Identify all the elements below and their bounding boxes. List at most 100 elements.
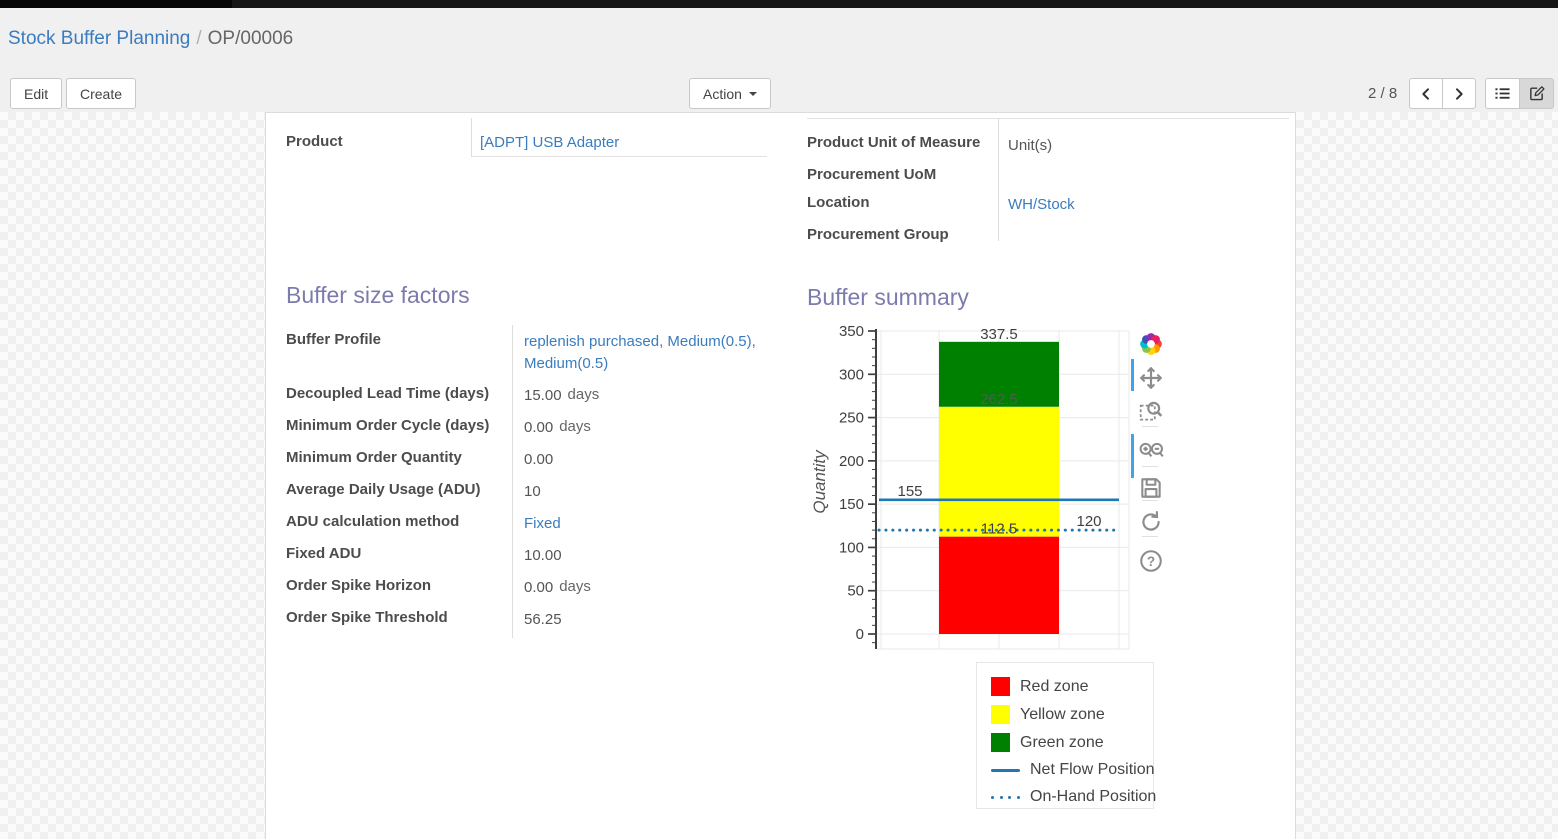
factor-value: 56.25 xyxy=(524,611,562,628)
chevron-right-icon xyxy=(1451,86,1467,102)
save-icon[interactable] xyxy=(1138,475,1164,501)
svg-text:250: 250 xyxy=(839,410,864,427)
legend-item[interactable]: Net Flow Position xyxy=(991,761,1155,779)
modebar-divider xyxy=(1142,466,1158,467)
svg-text:?: ? xyxy=(1147,554,1155,569)
breadcrumb: Stock Buffer Planning / OP/00006 xyxy=(8,28,293,50)
create-button[interactable]: Create xyxy=(66,78,136,109)
factor-label: ADU calculation method xyxy=(286,513,459,530)
view-switcher xyxy=(1485,78,1554,109)
form-sheet: Product [ADPT] USB Adapter Product Unit … xyxy=(265,112,1296,839)
factors-section-title: Buffer size factors xyxy=(286,282,470,309)
field-label: Procurement Group xyxy=(807,226,949,243)
modebar-active-indicator xyxy=(1131,434,1134,478)
list-view-button[interactable] xyxy=(1485,78,1520,109)
legend-item[interactable]: Green zone xyxy=(991,733,1104,752)
factor-label: Order Spike Horizon xyxy=(286,577,431,594)
edit-form-icon xyxy=(1528,85,1545,102)
unit-suffix: days xyxy=(559,418,591,435)
red-square-swatch xyxy=(991,677,1010,696)
factor-value: 15.00days xyxy=(524,387,599,404)
control-panel: Stock Buffer Planning / OP/00006 Edit Crea… xyxy=(0,8,1558,112)
factor-value: 0.00days xyxy=(524,419,591,436)
svg-text:Quantity: Quantity xyxy=(810,449,829,514)
form-view-button[interactable] xyxy=(1519,78,1554,109)
product-label: Product xyxy=(286,133,343,150)
factor-value: 0.00 xyxy=(524,451,553,468)
svg-text:300: 300 xyxy=(839,366,864,383)
group-separator-line xyxy=(471,118,472,157)
factor-value-link[interactable]: replenish purchased, Medium(0.5), Medium… xyxy=(524,331,774,375)
breadcrumb-parent-link[interactable]: Stock Buffer Planning xyxy=(8,28,190,49)
chevron-left-icon xyxy=(1418,86,1434,102)
pan-icon[interactable] xyxy=(1138,365,1164,391)
svg-text:200: 200 xyxy=(839,453,864,470)
action-dropdown-button[interactable]: Action xyxy=(689,78,771,109)
summary-section-title: Buffer summary xyxy=(807,284,969,311)
pager-counter: 2 / 8 xyxy=(1368,85,1397,102)
factor-value: 0.00days xyxy=(524,579,591,596)
factor-label: Buffer Profile xyxy=(286,331,381,348)
legend-item[interactable]: Red zone xyxy=(991,677,1089,696)
pager-buttons xyxy=(1409,78,1476,109)
edit-button[interactable]: Edit xyxy=(10,78,62,109)
pager-previous-button[interactable] xyxy=(1409,78,1443,109)
field-label: Product Unit of Measure xyxy=(807,134,980,151)
yellow-square-swatch xyxy=(991,705,1010,724)
svg-text:100: 100 xyxy=(839,539,864,556)
zoom-in-out-icon[interactable] xyxy=(1138,438,1164,464)
legend-label: On-Hand Position xyxy=(1030,788,1156,806)
buffer-summary-chart[interactable]: 050100150200250300350155120337.5262.5112… xyxy=(809,321,1139,661)
chart-modebar: ? xyxy=(1134,329,1168,689)
green-square-swatch xyxy=(991,733,1010,752)
product-link[interactable]: [ADPT] USB Adapter xyxy=(480,134,619,151)
factor-label: Minimum Order Cycle (days) xyxy=(286,417,489,434)
legend-item[interactable]: Yellow zone xyxy=(991,705,1105,724)
svg-text:155: 155 xyxy=(897,483,922,500)
svg-text:262.5: 262.5 xyxy=(980,391,1018,408)
factor-label: Minimum Order Quantity xyxy=(286,449,462,466)
modebar-divider xyxy=(1142,536,1158,537)
field-value-link[interactable]: WH/Stock xyxy=(1008,196,1075,213)
modebar-divider xyxy=(1142,426,1158,427)
factor-value: 10 xyxy=(524,483,541,500)
solid-line-swatch xyxy=(991,769,1020,772)
breadcrumb-separator: / xyxy=(196,28,201,49)
legend-label: Red zone xyxy=(1020,678,1089,696)
help-icon[interactable]: ? xyxy=(1138,548,1164,574)
list-icon xyxy=(1494,85,1511,102)
group-separator-line xyxy=(998,118,999,241)
factor-label: Decoupled Lead Time (days) xyxy=(286,385,489,402)
legend-label: Net Flow Position xyxy=(1030,761,1155,779)
svg-text:112.5: 112.5 xyxy=(981,521,1017,538)
field-label: Location xyxy=(807,194,870,211)
svg-text:150: 150 xyxy=(839,496,864,513)
unit-suffix: days xyxy=(568,386,600,403)
field-value: Unit(s) xyxy=(1008,137,1052,154)
factor-value-link[interactable]: Fixed xyxy=(524,515,561,532)
factors-separator-line xyxy=(512,325,513,638)
pager-next-button[interactable] xyxy=(1442,78,1476,109)
svg-text:50: 50 xyxy=(847,583,864,600)
caret-down-icon xyxy=(749,92,757,96)
breadcrumb-current: OP/00006 xyxy=(208,28,294,49)
legend-item[interactable]: On-Hand Position xyxy=(991,788,1156,806)
factor-value: 10.00 xyxy=(524,547,562,564)
svg-text:350: 350 xyxy=(839,323,864,340)
factor-label: Order Spike Threshold xyxy=(286,609,448,626)
chart-legend: Red zone Yellow zone Green zone Net Flow Po… xyxy=(976,662,1154,809)
clipped-row-border-line xyxy=(807,118,1289,119)
reset-axes-icon[interactable] xyxy=(1138,509,1164,535)
top-navbar xyxy=(0,0,1558,8)
field-label: Procurement UoM xyxy=(807,166,936,183)
svg-text:0: 0 xyxy=(856,626,864,643)
legend-label: Yellow zone xyxy=(1020,706,1105,724)
button-row: Edit Create Action 2 / 8 xyxy=(0,78,1558,109)
modebar-active-indicator xyxy=(1131,359,1134,391)
unit-suffix: days xyxy=(559,578,591,595)
cell-border-line xyxy=(471,156,767,157)
svg-text:337.5: 337.5 xyxy=(980,326,1018,343)
box-zoom-icon[interactable] xyxy=(1138,398,1164,424)
legend-label: Green zone xyxy=(1020,734,1104,752)
modebar-divider xyxy=(1142,500,1158,501)
